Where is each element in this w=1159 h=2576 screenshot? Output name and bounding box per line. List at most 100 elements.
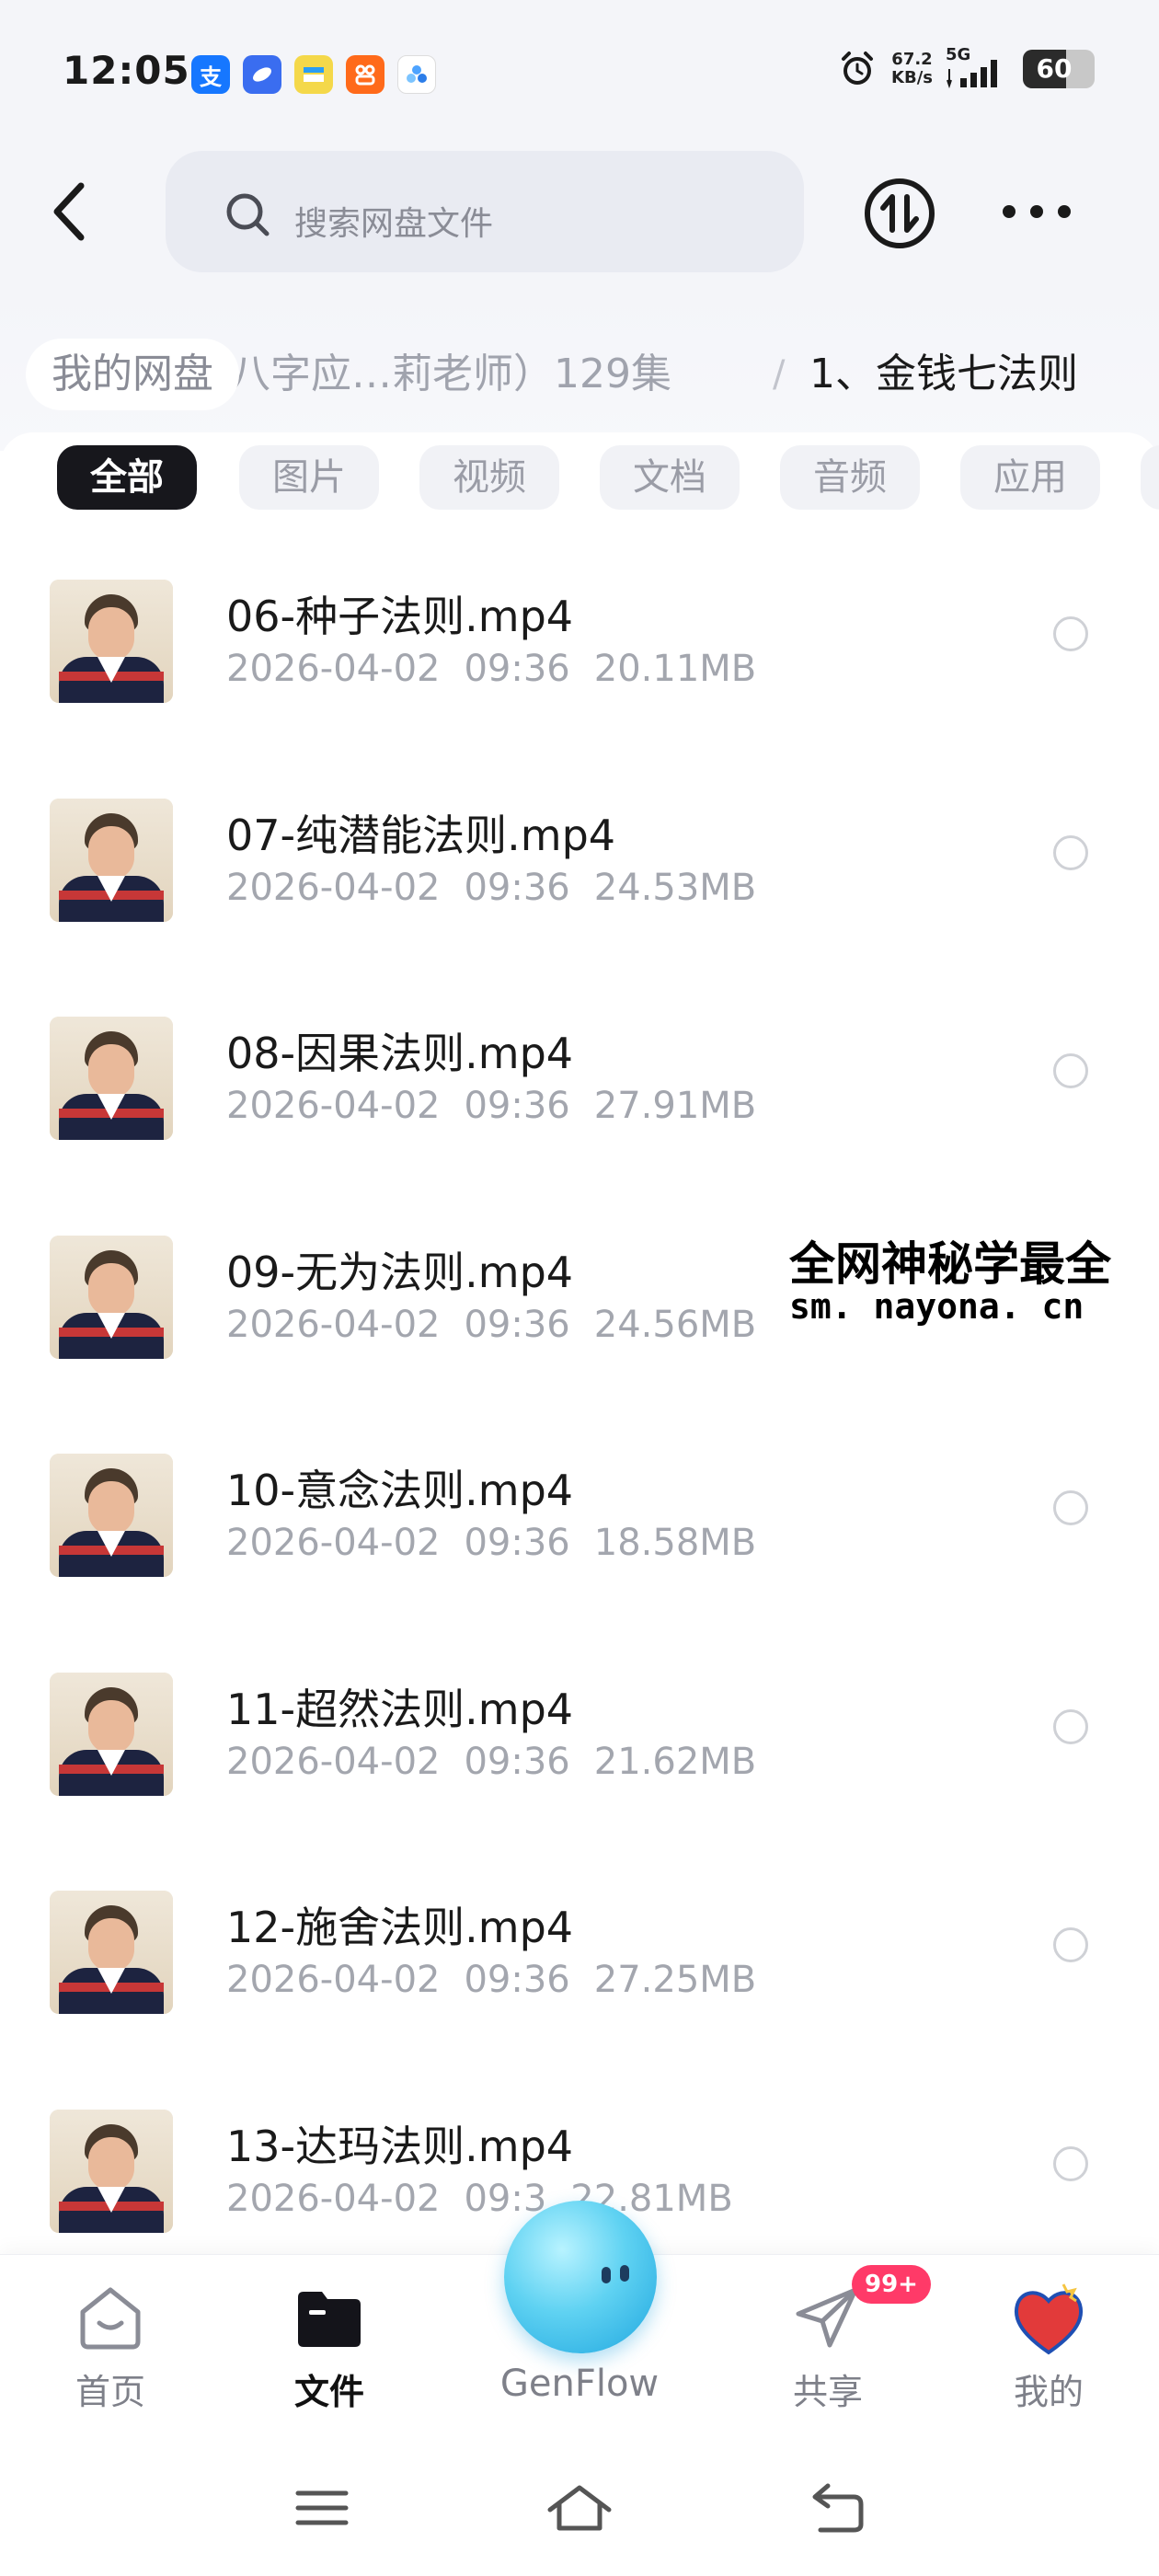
file-meta: 2026-04-02 09:36 24.56MB xyxy=(226,1304,756,1346)
file-name: 07-纯潜能法则.mp4 xyxy=(226,811,616,860)
folder-icon xyxy=(298,2292,361,2347)
select-checkbox[interactable] xyxy=(1053,616,1088,651)
battery-icon: 60 xyxy=(1023,50,1095,88)
alipay-icon: 支 xyxy=(191,55,230,94)
file-row[interactable]: 12-施舍法则.mp4 2026-04-02 09:36 27.25MB xyxy=(0,1835,1159,2054)
select-checkbox[interactable] xyxy=(1053,1490,1088,1525)
select-checkbox[interactable] xyxy=(1053,1927,1088,1962)
genflow-status-icon xyxy=(397,55,436,94)
nav-home[interactable]: 首页 xyxy=(18,2255,202,2443)
video-thumbnail xyxy=(50,1017,173,1140)
filter-more[interactable] xyxy=(1141,445,1159,510)
file-time: 09:36 xyxy=(464,1085,570,1127)
cellular-signal-icon: 5G xyxy=(946,45,1010,89)
file-name: 10-意念法则.mp4 xyxy=(226,1466,574,1515)
transfer-icon xyxy=(865,178,935,248)
nav-mine[interactable]: 我的 xyxy=(957,2255,1141,2443)
video-thumbnail xyxy=(50,2110,173,2233)
file-size: 24.56MB xyxy=(593,1304,757,1346)
filter-images[interactable]: 图片 xyxy=(239,445,379,510)
file-date: 2026-04-02 xyxy=(226,2178,441,2220)
file-row[interactable]: 07-纯潜能法则.mp4 2026-04-02 09:36 24.53MB xyxy=(0,743,1159,962)
file-date: 2026-04-02 xyxy=(226,1959,441,2001)
file-row[interactable]: 06-种子法则.mp4 2026-04-02 09:36 20.11MB xyxy=(0,524,1159,743)
file-meta: 2026-04-02 09:36 27.25MB xyxy=(226,1959,756,2001)
select-checkbox[interactable] xyxy=(1053,1709,1088,1744)
nav-genflow-label: GenFlow xyxy=(499,2363,660,2405)
select-checkbox[interactable] xyxy=(1053,835,1088,870)
app-icon-blue xyxy=(243,55,281,94)
status-app-icons: 支 xyxy=(191,55,436,94)
file-date: 2026-04-02 xyxy=(226,1741,441,1783)
filter-documents[interactable]: 文档 xyxy=(600,445,740,510)
file-time: 09:36 xyxy=(464,867,570,909)
taobao-icon xyxy=(346,55,384,94)
video-thumbnail xyxy=(50,1891,173,2014)
select-checkbox[interactable] xyxy=(1053,1053,1088,1088)
search-placeholder: 搜索网盘文件 xyxy=(294,205,494,243)
file-time: 09:36 xyxy=(464,1522,570,1564)
watermark-line2: sm. nayona. cn xyxy=(789,1286,1084,1327)
file-time: 09:36 xyxy=(464,1304,570,1346)
genflow-mascot-eye xyxy=(602,2267,611,2283)
watermark-line1: 全网神秘学最全 xyxy=(789,1237,1111,1291)
search-input[interactable]: 搜索网盘文件 xyxy=(166,151,804,272)
more-options-button[interactable] xyxy=(1003,193,1071,230)
file-meta: 2026-04-02 09:3 22.81MB xyxy=(226,2178,733,2220)
nav-files-label: 文件 xyxy=(293,2372,364,2412)
genflow-mascot-eye xyxy=(620,2265,629,2282)
back-button[interactable] xyxy=(44,175,99,248)
filter-audio[interactable]: 音频 xyxy=(780,445,920,510)
file-size: 20.11MB xyxy=(593,648,757,690)
breadcrumb-middle[interactable]: 八字应…莉老师）129集 xyxy=(230,339,671,410)
chevron-left-icon xyxy=(53,182,85,241)
file-size: 18.58MB xyxy=(593,1522,757,1564)
nav-files[interactable]: 文件 xyxy=(237,2255,421,2443)
file-name: 12-施舍法则.mp4 xyxy=(226,1903,574,1952)
filter-videos[interactable]: 视频 xyxy=(419,445,559,510)
file-meta: 2026-04-02 09:36 20.11MB xyxy=(226,648,756,690)
file-type-filters: 全部 图片 视频 文档 音频 应用 xyxy=(0,432,1159,524)
genflow-button[interactable] xyxy=(504,2201,657,2353)
filter-apps[interactable]: 应用 xyxy=(960,445,1100,510)
file-size: 27.91MB xyxy=(593,1085,757,1127)
back-system-button[interactable] xyxy=(800,2478,874,2537)
transfer-button[interactable] xyxy=(863,177,936,250)
network-speed: 67.2 KB/s xyxy=(891,50,933,87)
video-thumbnail xyxy=(50,1673,173,1796)
file-row[interactable]: 11-超然法则.mp4 2026-04-02 09:36 21.62MB xyxy=(0,1617,1159,1836)
breadcrumb-current: 1、金钱七法则 xyxy=(809,351,1078,397)
file-size: 24.53MB xyxy=(593,867,757,909)
file-meta: 2026-04-02 09:36 24.53MB xyxy=(226,867,756,909)
breadcrumb: 八字应…莉老师）129集 我的网盘 / 1、金钱七法则 xyxy=(0,294,1159,451)
app-icon-yellow xyxy=(294,55,333,94)
recent-apps-button[interactable] xyxy=(285,2478,359,2537)
file-name: 06-种子法则.mp4 xyxy=(226,592,574,641)
file-row[interactable]: 08-因果法则.mp4 2026-04-02 09:36 27.91MB xyxy=(0,961,1159,1180)
system-navigation-bar xyxy=(0,2442,1159,2576)
file-date: 2026-04-02 xyxy=(226,1304,441,1346)
select-checkbox[interactable] xyxy=(1053,2146,1088,2181)
file-date: 2026-04-02 xyxy=(226,1085,441,1127)
watermark: 全网神秘学最全 sm. nayona. cn xyxy=(784,1225,1159,1334)
file-name: 13-达玛法则.mp4 xyxy=(226,2122,574,2171)
breadcrumb-root[interactable]: 我的网盘 xyxy=(26,339,239,410)
breadcrumb-separator: / xyxy=(773,353,786,396)
file-list: 06-种子法则.mp4 2026-04-02 09:36 20.11MB 07-纯潜能法… xyxy=(0,524,1159,2254)
nav-share-label: 共享 xyxy=(792,2372,863,2412)
header: 搜索网盘文件 xyxy=(0,138,1159,294)
file-name: 08-因果法则.mp4 xyxy=(226,1029,574,1078)
avatar-heart-icon xyxy=(1014,2283,1084,2355)
nav-home-label: 首页 xyxy=(75,2372,145,2412)
more-dots-icon xyxy=(1003,205,1016,218)
file-time: 09:36 xyxy=(464,648,570,690)
share-badge: 99+ xyxy=(852,2265,931,2304)
file-size: 21.62MB xyxy=(593,1741,757,1783)
alarm-icon xyxy=(842,52,874,85)
file-meta: 2026-04-02 09:36 21.62MB xyxy=(226,1741,756,1783)
home-system-button[interactable] xyxy=(543,2478,616,2537)
file-time: 09:36 xyxy=(464,1959,570,2001)
back-arrow-icon xyxy=(812,2483,864,2533)
filter-all[interactable]: 全部 xyxy=(57,445,197,510)
file-row[interactable]: 10-意念法则.mp4 2026-04-02 09:36 18.58MB xyxy=(0,1398,1159,1617)
